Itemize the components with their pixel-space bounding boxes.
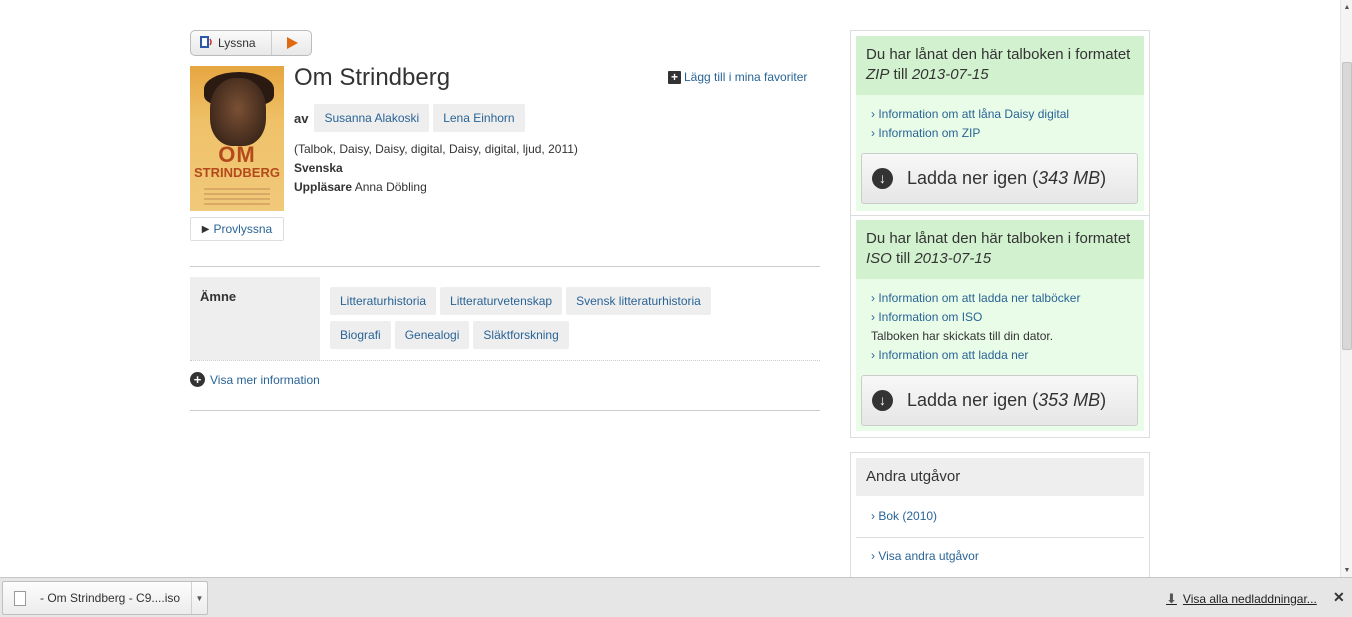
download-item[interactable]: - Om Strindberg - C9....iso ▼ [2, 581, 208, 615]
language: Svenska [294, 161, 343, 175]
chevron-down-icon[interactable]: ▼ [191, 582, 207, 614]
play-icon [286, 37, 298, 49]
info-link[interactable]: › Information om att låna Daisy digital [871, 105, 1134, 124]
download-label: Ladda ner igen ( [907, 390, 1039, 410]
show-all-downloads-link[interactable]: ⬇ Visa alla nedladdningar... [1166, 591, 1317, 607]
editions-title: Andra utgåvor [856, 458, 1144, 496]
vertical-scrollbar[interactable]: ▲ ▼ [1340, 0, 1352, 577]
edition-link[interactable]: › Bok (2010) [871, 509, 937, 523]
plus-circle-icon: + [190, 372, 205, 387]
loan-format: ISO [866, 250, 892, 267]
info-link-label: Information om ZIP [878, 126, 981, 140]
book-meta: (Talbok, Daisy, Daisy, digital, Daisy, d… [294, 140, 578, 197]
download-icon: ↓ [872, 168, 893, 189]
play-icon: ▶ [201, 223, 210, 235]
download-size: 353 MB [1038, 390, 1101, 410]
status-text: Talboken har skickats till din dator. [871, 329, 1054, 343]
edition-link-label: Visa andra utgåvor [878, 549, 979, 563]
info-link-label: Information om att låna Daisy digital [878, 107, 1070, 121]
reader-name: Anna Döbling [354, 180, 427, 194]
by-label: av [294, 110, 309, 126]
info-link[interactable]: › Information om ZIP [871, 124, 1134, 143]
subject-tag[interactable]: Svensk litteraturhistoria [566, 287, 711, 315]
loan-heading: Du har lånat den här talboken i formatet… [856, 36, 1144, 95]
download-file-name: - Om Strindberg - C9....iso [40, 591, 181, 605]
show-editions-link[interactable]: › Visa andra utgåvor [871, 549, 979, 563]
subject-tag[interactable]: Litteraturvetenskap [440, 287, 563, 315]
play-button[interactable] [271, 31, 311, 55]
info-link[interactable]: › Information om att ladda ner talböcker [871, 289, 1134, 308]
download-icon: ↓ [872, 390, 893, 411]
cover-title: OM STRINDBERG [190, 142, 284, 180]
scroll-down-icon[interactable]: ▼ [1341, 563, 1352, 577]
edition-link-label: Bok (2010) [878, 509, 938, 523]
download-label: Ladda ner igen ( [907, 168, 1039, 188]
download-suffix: ) [1100, 168, 1107, 188]
divider [851, 215, 1149, 216]
reader-label: Uppläsare [294, 180, 353, 194]
divider [190, 410, 820, 411]
listen-label: Lyssna [218, 36, 256, 50]
listen-button[interactable]: Lyssna [191, 31, 271, 55]
loan-iso: Du har lånat den här talboken i formatet… [856, 220, 1144, 431]
loan-zip: Du har lånat den här talboken i formatet… [856, 36, 1144, 211]
page-title: Om Strindberg [294, 64, 451, 91]
info-link[interactable]: › Information om ISO [871, 308, 1134, 327]
plus-icon: + [668, 70, 681, 84]
loan-heading-text: till [889, 66, 912, 83]
divider [190, 266, 820, 267]
preview-label: Provlyssna [213, 222, 273, 236]
download-again-button[interactable]: ↓ Ladda ner igen (353 MB) [861, 375, 1138, 426]
loan-heading-text: Du har lånat den här talboken i formatet [866, 46, 1131, 63]
cover-title-line2: STRINDBERG [194, 165, 280, 180]
other-editions: Andra utgåvor › Bok (2010) › Visa andra … [850, 452, 1150, 582]
download-again-button[interactable]: ↓ Ladda ner igen (343 MB) [861, 153, 1138, 204]
loan-body: › Information om att låna Daisy digital … [856, 95, 1144, 204]
listen-widget: Lyssna [190, 30, 312, 56]
subject-tag[interactable]: Genealogi [394, 321, 470, 349]
book-cover: OM STRINDBERG [190, 66, 284, 211]
download-bar: - Om Strindberg - C9....iso ▼ ⬇ Visa all… [0, 577, 1352, 617]
add-favorite-link[interactable]: + Lägg till i mina favoriter [668, 70, 807, 84]
subject-tags: Litteraturhistoria Litteraturvetenskap Sve… [330, 287, 810, 355]
add-favorite-label: Lägg till i mina favoriter [684, 70, 808, 84]
authors: av Susanna Alakoski Lena Einhorn [294, 104, 529, 132]
scroll-up-icon[interactable]: ▲ [1341, 0, 1352, 14]
info-link[interactable]: › Information om att ladda ner [871, 346, 1134, 365]
download-arrow-icon: ⬇ [1166, 591, 1177, 606]
loan-body: › Information om att ladda ner talböcker… [856, 279, 1144, 426]
subject-section: Ämne Litteraturhistoria Litteraturvetensk… [190, 277, 820, 361]
preview-button[interactable]: ▶ Provlyssna [190, 217, 284, 241]
loan-date: 2013-07-15 [911, 66, 989, 83]
subject-tag[interactable]: Släktforskning [473, 321, 569, 349]
close-icon[interactable]: ✕ [1333, 589, 1345, 606]
subject-tag[interactable]: Biografi [330, 321, 391, 349]
cover-portrait [210, 78, 266, 146]
info-link-label: Information om att ladda ner talböcker [878, 291, 1081, 305]
divider [856, 537, 1144, 538]
file-icon [14, 590, 26, 606]
loan-heading-text: Du har lånat den här talboken i formatet [866, 230, 1131, 247]
more-info-label: Visa mer information [210, 372, 320, 387]
format-line: (Talbok, Daisy, Daisy, digital, Daisy, d… [294, 142, 578, 156]
cover-text-lines [204, 188, 270, 208]
author-tag[interactable]: Susanna Alakoski [314, 104, 430, 132]
loan-panel: Du har lånat den här talboken i formatet… [850, 30, 1150, 438]
download-size: 343 MB [1038, 168, 1101, 188]
author-tag[interactable]: Lena Einhorn [433, 104, 525, 132]
download-suffix: ) [1100, 390, 1107, 410]
show-all-label: Visa alla nedladdningar... [1182, 592, 1317, 606]
more-info-link[interactable]: + Visa mer information [190, 372, 320, 387]
loan-format: ZIP [866, 66, 890, 83]
loan-heading-text: till [891, 250, 915, 267]
info-link-label: Information om att ladda ner [878, 348, 1029, 362]
loan-heading: Du har lånat den här talboken i formatet… [856, 220, 1144, 279]
subject-label: Ämne [190, 277, 320, 360]
cover-title-line1: OM [218, 142, 256, 167]
subject-tag[interactable]: Litteraturhistoria [330, 287, 437, 315]
info-link-label: Information om ISO [878, 310, 983, 324]
loan-date: 2013-07-15 [914, 250, 992, 267]
scrollbar-thumb[interactable] [1342, 62, 1352, 350]
speaker-icon [199, 35, 213, 52]
